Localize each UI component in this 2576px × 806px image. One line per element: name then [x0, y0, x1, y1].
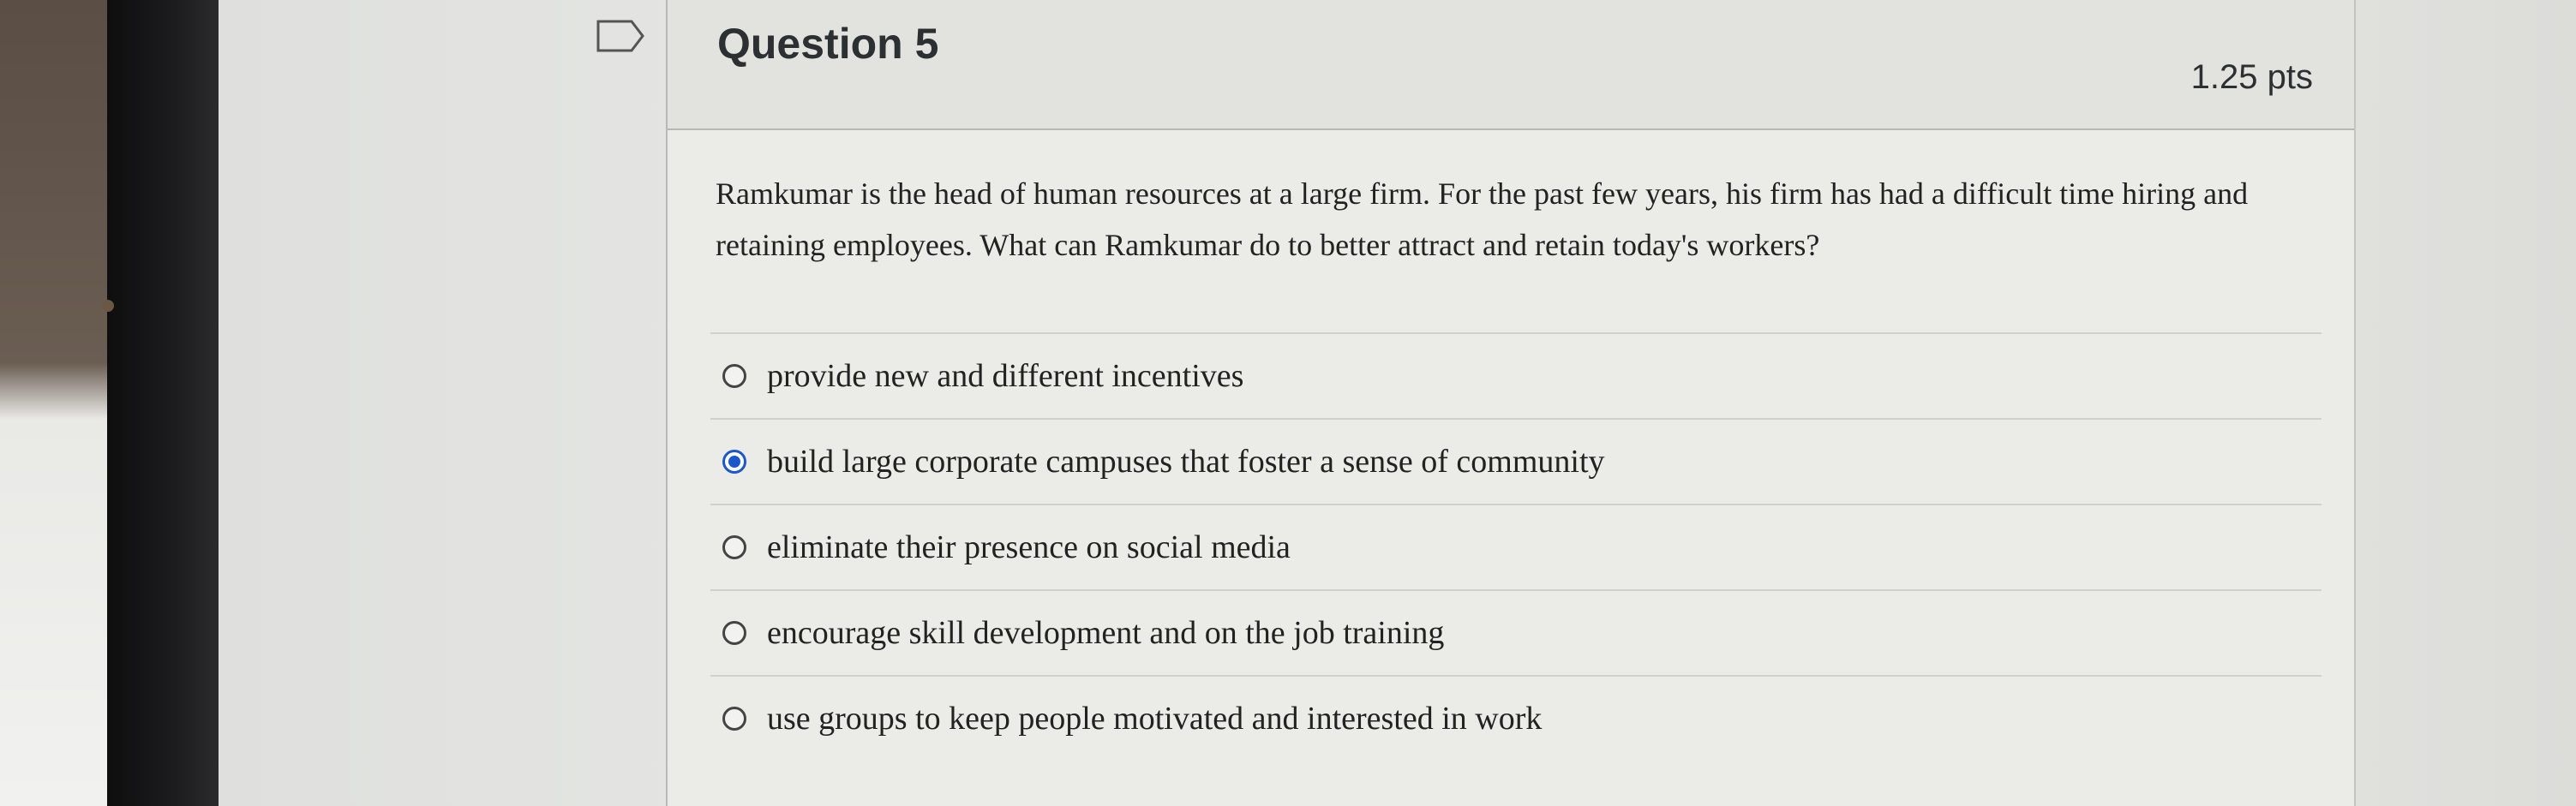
answer-option-3[interactable]: eliminate their presence on social media: [710, 504, 2321, 589]
radio-button[interactable]: [722, 364, 746, 388]
question-title: Question 5: [717, 20, 939, 68]
background-surface: [0, 0, 120, 806]
question-card: Question 5 1.25 pts Ramkumar is the head…: [666, 0, 2356, 806]
answer-option-5[interactable]: use groups to keep people motivated and …: [710, 675, 2321, 761]
answer-option-1[interactable]: provide new and different incentives: [710, 332, 2321, 418]
radio-button[interactable]: [722, 535, 746, 559]
radio-button[interactable]: [722, 621, 746, 645]
monitor-bezel: [102, 0, 219, 806]
answer-label[interactable]: eliminate their presence on social media: [767, 528, 1291, 566]
question-text: Ramkumar is the head of human resources …: [716, 176, 2249, 262]
radio-button[interactable]: [722, 707, 746, 731]
question-points: 1.25 pts: [2190, 58, 2313, 96]
answer-label[interactable]: provide new and different incentives: [767, 357, 1243, 395]
radio-button-selected[interactable]: [722, 450, 746, 474]
bezel-notch: [102, 300, 114, 312]
answer-option-4[interactable]: encourage skill development and on the j…: [710, 589, 2321, 675]
answer-option-2[interactable]: build large corporate campuses that fost…: [710, 418, 2321, 504]
answer-label[interactable]: use groups to keep people motivated and …: [767, 700, 1542, 737]
answer-label[interactable]: build large corporate campuses that fost…: [767, 443, 1605, 481]
screen: Question 5 1.25 pts Ramkumar is the head…: [219, 0, 2576, 806]
question-header: Question 5 1.25 pts: [668, 0, 2354, 130]
answer-label[interactable]: encourage skill development and on the j…: [767, 614, 1444, 652]
answer-list: provide new and different incentives bui…: [710, 332, 2321, 761]
bookmark-flag-icon[interactable]: [596, 19, 645, 53]
